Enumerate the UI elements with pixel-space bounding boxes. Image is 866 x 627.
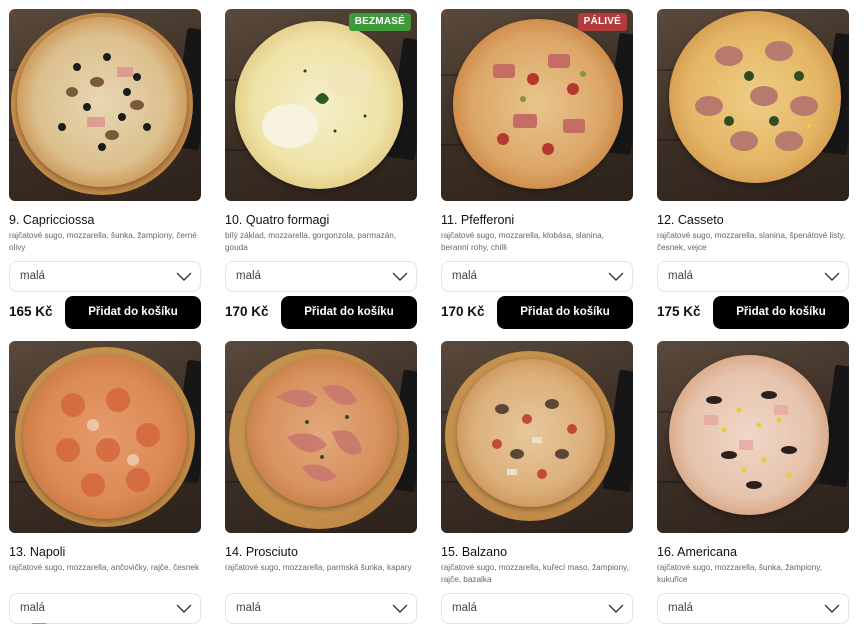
price: 165 Kč [9, 304, 53, 319]
pizza-image[interactable] [9, 9, 201, 201]
size-select[interactable]: malá [441, 261, 633, 292]
product-card-americana: 16. Americana rajčatové sugo, mozzarella… [657, 341, 849, 624]
chevron-down-icon [392, 604, 408, 613]
product-card-napoli: 13. Napoli rajčatové sugo, mozzarella, a… [9, 341, 201, 624]
add-to-cart-button[interactable]: Přidat do košíku [281, 296, 417, 329]
price: 170 Kč [225, 304, 269, 319]
product-title[interactable]: 10. Quatro formagi [225, 213, 417, 229]
add-to-cart-button[interactable]: Přidat do košíku [497, 296, 633, 329]
product-title[interactable]: 13. Napoli [9, 545, 201, 561]
product-title[interactable]: 11. Pfefferoni [441, 213, 633, 229]
pizza-image[interactable] [225, 341, 417, 533]
size-select-value: malá [20, 270, 45, 282]
size-select[interactable]: malá [657, 593, 849, 624]
add-to-cart-button[interactable]: Přidat do košíku [65, 296, 201, 329]
size-select-value: malá [236, 602, 261, 614]
product-ingredients: rajčatové sugo, mozzarella, šunka, žampi… [657, 563, 823, 584]
chevron-down-icon [176, 272, 192, 281]
chevron-down-icon [176, 604, 192, 613]
size-select-value: malá [452, 270, 477, 282]
add-to-cart-button[interactable]: Přidat do košíku [713, 296, 849, 329]
size-select[interactable]: malá [225, 593, 417, 624]
buy-row: 170 Kč Přidat do košíku [225, 296, 417, 329]
size-select-value: malá [668, 602, 693, 614]
product-title[interactable]: 15. Balzano [441, 545, 633, 561]
pizza-image[interactable]: PÁLIVÉ [441, 9, 633, 201]
product-ingredients: rajčatové sugo, mozzarella, ančovičky, r… [9, 563, 200, 572]
product-ingredients: rajčatové sugo, mozzarella, šunka, žampi… [9, 231, 197, 252]
chevron-down-icon [392, 272, 408, 281]
size-select[interactable]: malá [225, 261, 417, 292]
chevron-down-icon [608, 604, 624, 613]
product-card-capricciossa: 9. Capricciossa rajčatové sugo, mozzarel… [9, 9, 201, 329]
pizza-image[interactable] [441, 341, 633, 533]
product-title[interactable]: 9. Capricciossa [9, 213, 201, 229]
pizza-image[interactable] [657, 9, 849, 201]
size-select-value: malá [668, 270, 693, 282]
size-select[interactable]: malá [9, 261, 201, 292]
pizza-image[interactable] [657, 341, 849, 533]
buy-row: 170 Kč Přidat do košíku [441, 296, 633, 329]
pizza-image[interactable] [9, 341, 201, 533]
palive-badge: PÁLIVÉ [577, 13, 627, 31]
product-card-balzano: 15. Balzano rajčatové sugo, mozzarella, … [441, 341, 633, 624]
product-grid: 9. Capricciossa rajčatové sugo, mozzarel… [0, 0, 866, 627]
product-ingredients: bílý základ, mozzarella, gorgonzola, par… [225, 231, 397, 252]
size-select[interactable]: malá [657, 261, 849, 292]
divider [32, 623, 46, 624]
size-select[interactable]: malá [441, 593, 633, 624]
size-select-value: malá [452, 602, 477, 614]
size-select-value: malá [20, 602, 45, 614]
product-card-prosciuto: 14. Prosciuto rajčatové sugo, mozzarella… [225, 341, 417, 624]
buy-row: 175 Kč Přidat do košíku [657, 296, 849, 329]
chevron-down-icon [824, 604, 840, 613]
product-card-quatro-formagi: BEZMASÉ 10. Quatro formagi bílý základ, … [225, 9, 417, 329]
price: 175 Kč [657, 304, 701, 319]
product-title[interactable]: 12. Casseto [657, 213, 849, 229]
product-card-pfefferoni: PÁLIVÉ 11. Pfefferoni rajčatové sugo, mo… [441, 9, 633, 329]
bezmase-badge: BEZMASÉ [348, 13, 411, 31]
product-ingredients: rajčatové sugo, mozzarella, klobása, sla… [441, 231, 604, 252]
product-title[interactable]: 14. Prosciuto [225, 545, 417, 561]
size-select[interactable]: malá [9, 593, 201, 624]
chevron-down-icon [608, 272, 624, 281]
chevron-down-icon [824, 272, 840, 281]
product-ingredients: rajčatové sugo, mozzarella, kuřecí maso,… [441, 563, 629, 584]
buy-row: 165 Kč Přidat do košíku [9, 296, 201, 329]
size-select-value: malá [236, 270, 261, 282]
product-card-casseto: 12. Casseto rajčatové sugo, mozzarella, … [657, 9, 849, 329]
price: 170 Kč [441, 304, 485, 319]
product-ingredients: rajčatové sugo, mozzarella, slanina, špe… [657, 231, 846, 252]
pizza-image[interactable]: BEZMASÉ [225, 9, 417, 201]
product-title[interactable]: 16. Americana [657, 545, 849, 561]
product-ingredients: rajčatové sugo, mozzarella, parmská šunk… [225, 563, 412, 572]
